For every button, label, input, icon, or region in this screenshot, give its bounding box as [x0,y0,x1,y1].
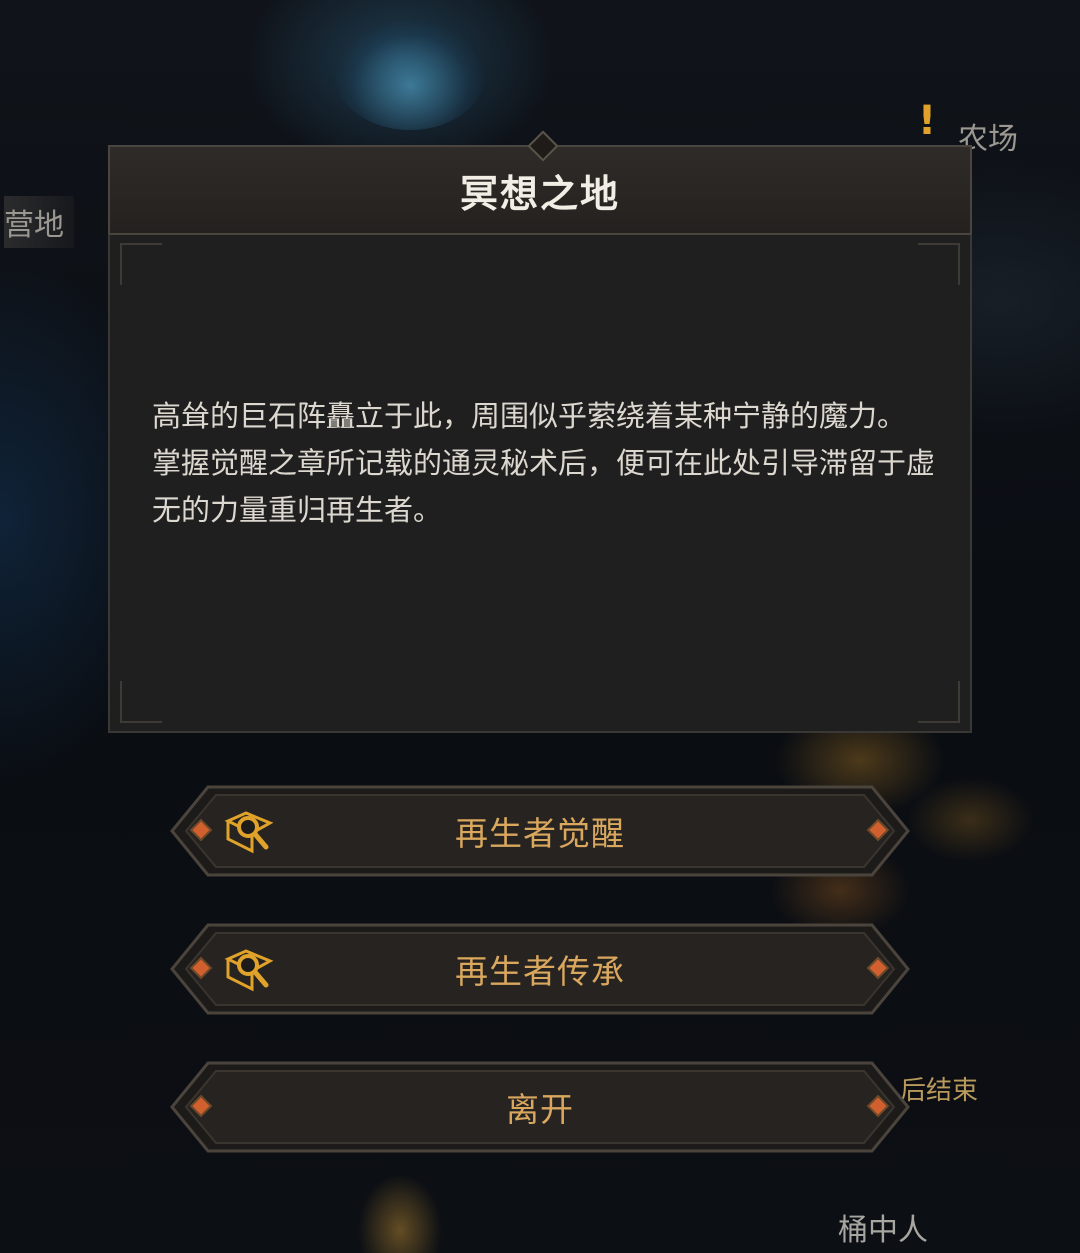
fountain-glow [335,20,485,130]
corner-ornament [918,681,960,723]
option-awaken-button[interactable]: 再生者觉醒 [168,783,912,879]
option-label: 再生者觉醒 [455,814,625,853]
event-dialog: 冥想之地 高耸的巨石阵矗立于此，周围似乎萦绕着某种宁静的魔力。 掌握觉醒之章所记… [108,130,972,733]
exclamation-icon[interactable]: ! [904,96,950,146]
option-label: 离开 [506,1090,574,1129]
dialog-header: 冥想之地 [108,130,972,235]
description-paragraph-1: 高耸的巨石阵矗立于此，周围似乎萦绕着某种宁静的魔力。 [152,399,907,433]
corner-ornament [120,681,162,723]
description-paragraph-2: 掌握觉醒之章所记载的通灵秘术后，便可在此处引导滞留于虚无的力量重归再生者。 [152,446,936,527]
dialog-description: 高耸的巨石阵矗立于此，周围似乎萦绕着某种宁静的魔力。 掌握觉醒之章所记载的通灵秘… [152,393,942,534]
map-label-camp[interactable]: 营地 [4,196,74,248]
map-label-bucket[interactable]: 桶中人 [838,1205,928,1249]
option-inherit-button[interactable]: 再生者传承 [168,921,912,1017]
option-leave-button[interactable]: 离开 [168,1059,912,1155]
corner-ornament [918,243,960,285]
corner-ornament [120,243,162,285]
option-label: 再生者传承 [455,952,625,991]
dialog-body: 高耸的巨石阵矗立于此，周围似乎萦绕着某种宁静的魔力。 掌握觉醒之章所记载的通灵秘… [108,235,972,733]
dialog-title: 冥想之地 [459,171,620,216]
